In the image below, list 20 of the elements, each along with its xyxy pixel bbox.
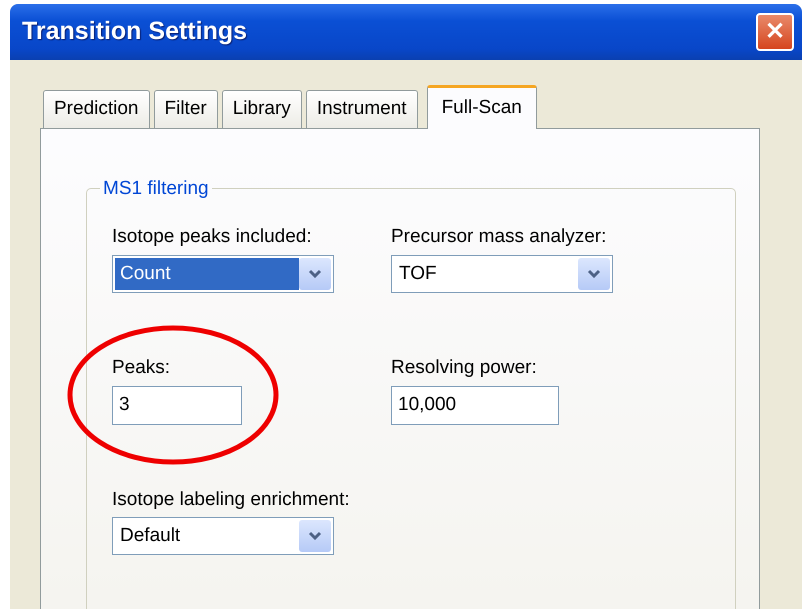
- window-title: Transition Settings: [22, 16, 248, 48]
- field-label: Precursor mass analyzer:: [391, 226, 608, 249]
- tab[interactable]: Prediction: [43, 90, 150, 128]
- field-label: Peaks:: [112, 356, 172, 380]
- dropdown[interactable]: Default: [112, 517, 334, 556]
- group-title: MS1 filtering: [102, 179, 210, 198]
- dropdown[interactable]: Count: [112, 254, 334, 293]
- tab[interactable]: Full-Scan: [426, 85, 537, 129]
- chevron-down-icon: [308, 268, 322, 279]
- field-label: Isotope peaks included:: [112, 226, 313, 249]
- input-field[interactable]: 10,000: [391, 386, 559, 425]
- chevron-down-icon: [587, 268, 601, 279]
- field-label: Isotope labeling enrichment:: [112, 488, 351, 512]
- field-label: Resolving power:: [391, 356, 538, 380]
- tab[interactable]: Filter: [154, 90, 218, 128]
- dropdown[interactable]: TOF: [391, 254, 613, 293]
- tab[interactable]: Library: [222, 90, 302, 128]
- input-field[interactable]: 3: [112, 386, 242, 425]
- chevron-down-icon: [308, 531, 322, 542]
- tab[interactable]: Instrument: [306, 90, 418, 128]
